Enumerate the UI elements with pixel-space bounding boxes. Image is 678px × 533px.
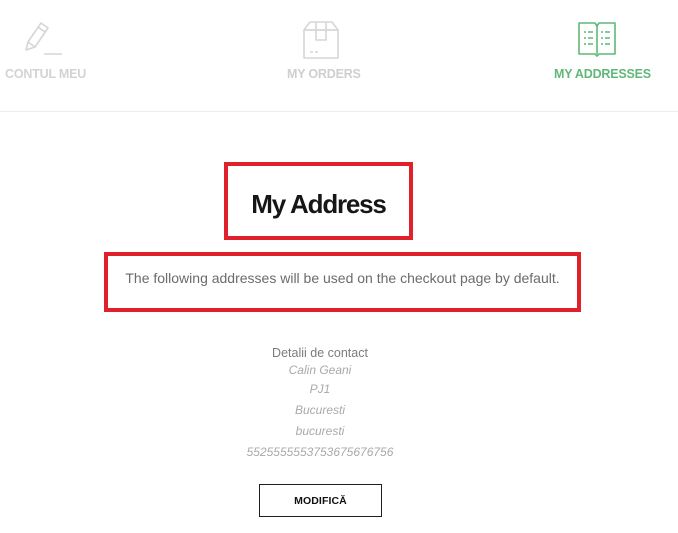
- book-icon: [577, 20, 617, 63]
- tab-label: MY ADDRESSES: [554, 67, 651, 81]
- tab-label: MY ORDERS: [287, 67, 361, 81]
- contact-phone: 5525555553753675676756: [246, 445, 394, 459]
- pencil-icon: [22, 20, 64, 63]
- contact-company: PJ1: [309, 382, 331, 396]
- tab-my-addresses[interactable]: MY ADDRESSES: [548, 0, 651, 112]
- edit-address-button[interactable]: MODIFICĂ: [259, 484, 382, 517]
- box-icon: [302, 20, 340, 65]
- tab-label: CONTUL MEU: [5, 67, 87, 81]
- account-tabs: CONTUL MEU MY ORDERS MY ADDRESSES: [0, 0, 678, 112]
- contact-name: Calin Geani: [288, 363, 352, 377]
- tab-contul-meu[interactable]: CONTUL MEU: [0, 0, 88, 112]
- contact-heading: Detalii de contact: [272, 346, 368, 360]
- title-highlight-box: My Address: [224, 162, 413, 240]
- address-description: The following addresses will be used on …: [125, 270, 560, 286]
- contact-city: Bucuresti: [294, 403, 346, 417]
- contact-details: Detalii de contact Calin Geani PJ1 Bucur…: [170, 345, 470, 463]
- tab-my-orders[interactable]: MY ORDERS: [270, 0, 370, 112]
- page-title: My Address: [251, 189, 387, 219]
- description-highlight-box: The following addresses will be used on …: [104, 252, 581, 312]
- contact-county: bucuresti: [295, 424, 345, 438]
